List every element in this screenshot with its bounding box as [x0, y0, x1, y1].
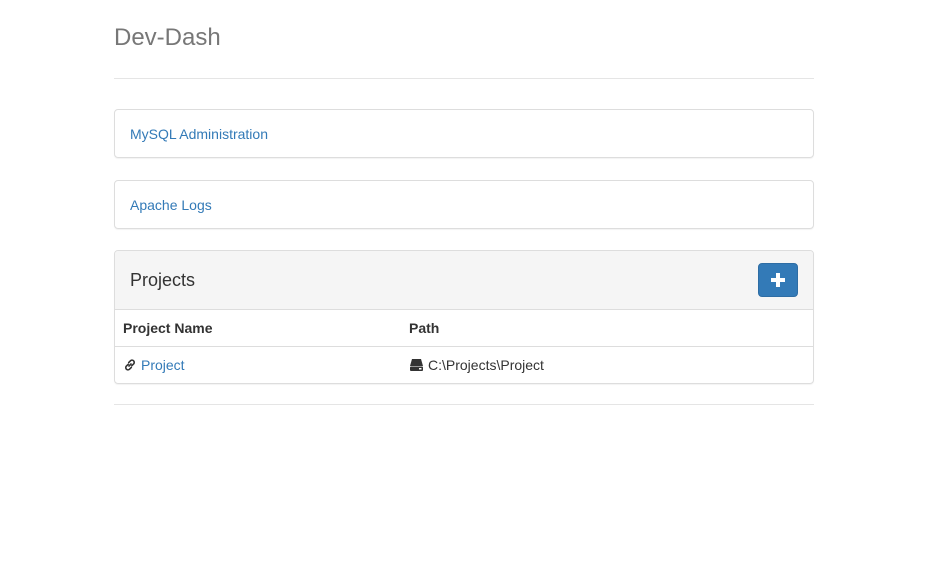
mysql-admin-panel: MySQL Administration — [114, 109, 814, 158]
footer-divider — [114, 404, 814, 405]
header-divider — [114, 78, 814, 79]
main-container: Dev-Dash MySQL Administration Apache Log… — [114, 0, 814, 405]
column-header-project-name: Project Name — [115, 310, 401, 347]
projects-panel-heading: Projects — [115, 251, 813, 310]
apache-logs-link[interactable]: Apache Logs — [130, 197, 212, 213]
project-name-cell: Project — [115, 347, 401, 384]
apache-logs-panel: Apache Logs — [114, 180, 814, 229]
add-project-button[interactable] — [758, 263, 798, 297]
table-header-row: Project Name Path — [115, 310, 813, 347]
page-title: Dev-Dash — [114, 24, 221, 51]
projects-panel: Projects Project Name Path Project C:\Pr… — [114, 250, 814, 384]
projects-table: Project Name Path Project C:\Projects\Pr… — [115, 310, 813, 383]
link-icon — [123, 358, 137, 372]
hdd-icon — [409, 358, 424, 372]
table-row: Project C:\Projects\Project — [115, 347, 813, 384]
mysql-admin-link[interactable]: MySQL Administration — [130, 126, 268, 142]
project-link[interactable]: Project — [141, 357, 185, 373]
plus-icon — [771, 273, 785, 287]
projects-title: Projects — [130, 269, 196, 290]
project-path-text: C:\Projects\Project — [428, 357, 544, 373]
project-path-cell: C:\Projects\Project — [401, 347, 813, 384]
column-header-path: Path — [401, 310, 813, 347]
